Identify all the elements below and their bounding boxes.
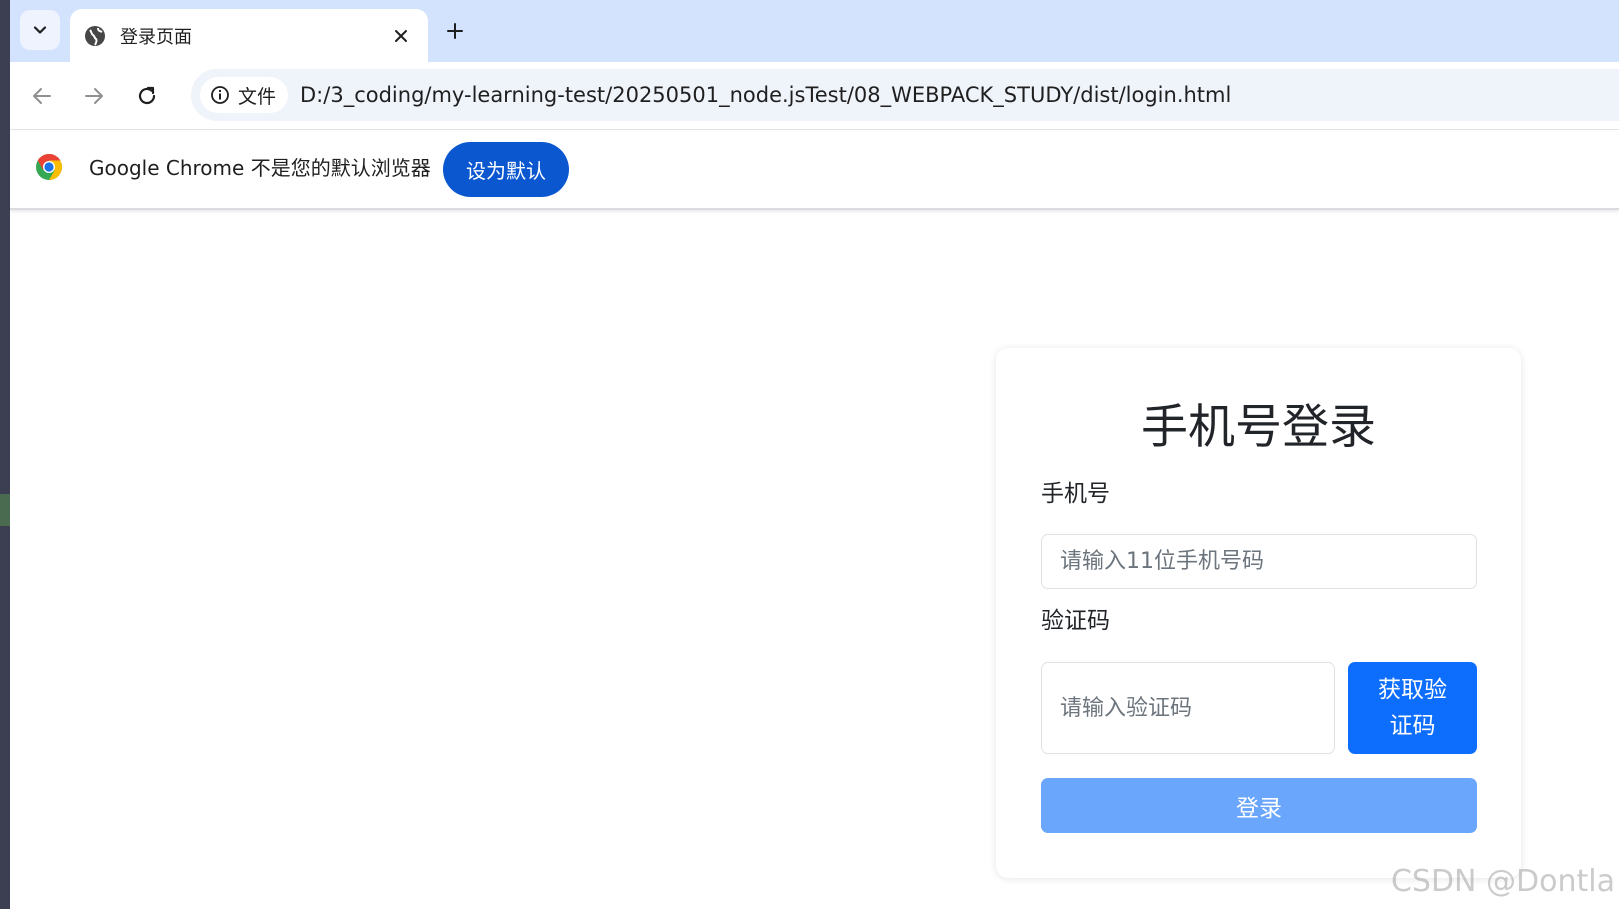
phone-label: 手机号 <box>1041 481 1110 507</box>
arrow-right-icon <box>85 88 103 104</box>
url-text[interactable]: D:/3_coding/my-learning-test/20250501_no… <box>300 83 1231 107</box>
active-tab[interactable]: 登录页面 <box>70 9 428 62</box>
chrome-logo-icon <box>36 154 63 180</box>
reload-button[interactable] <box>127 76 167 116</box>
info-icon <box>211 86 229 104</box>
address-bar[interactable]: 文件 D:/3_coding/my-learning-test/20250501… <box>191 69 1619 121</box>
verification-code-input[interactable] <box>1041 662 1335 754</box>
reload-icon <box>138 86 156 105</box>
site-info-label: 文件 <box>238 85 277 108</box>
tab-close-button[interactable] <box>388 23 414 49</box>
plus-icon <box>447 23 463 39</box>
globe-icon <box>85 25 105 46</box>
new-tab-button[interactable] <box>438 14 472 48</box>
forward-button[interactable] <box>74 76 114 116</box>
arrow-left-icon <box>33 88 51 104</box>
browser-toolbar: 文件 D:/3_coding/my-learning-test/20250501… <box>10 62 1619 130</box>
get-code-button[interactable]: 获取验证码 <box>1348 662 1477 754</box>
infobar-message: Google Chrome 不是您的默认浏览器 <box>89 156 431 180</box>
login-card: 手机号登录 手机号 验证码 获取验证码 登录 <box>996 348 1521 878</box>
left-window-edge <box>0 0 10 909</box>
edge-marker <box>0 494 10 526</box>
login-button[interactable]: 登录 <box>1041 778 1477 833</box>
close-icon <box>395 29 407 42</box>
tab-search-button[interactable] <box>20 10 60 50</box>
chevron-down-icon <box>33 26 47 34</box>
default-browser-infobar: Google Chrome 不是您的默认浏览器 设为默认 <box>10 130 1619 210</box>
login-title: 手机号登录 <box>1141 400 1376 455</box>
tab-title: 登录页面 <box>120 26 192 48</box>
back-button[interactable] <box>22 76 62 116</box>
code-label: 验证码 <box>1041 608 1110 634</box>
phone-input[interactable] <box>1041 534 1477 589</box>
watermark: CSDN @Dontla <box>1390 864 1615 899</box>
site-info-chip[interactable]: 文件 <box>200 77 289 113</box>
tab-bar: 登录页面 <box>10 0 1619 62</box>
set-default-button[interactable]: 设为默认 <box>443 142 569 197</box>
